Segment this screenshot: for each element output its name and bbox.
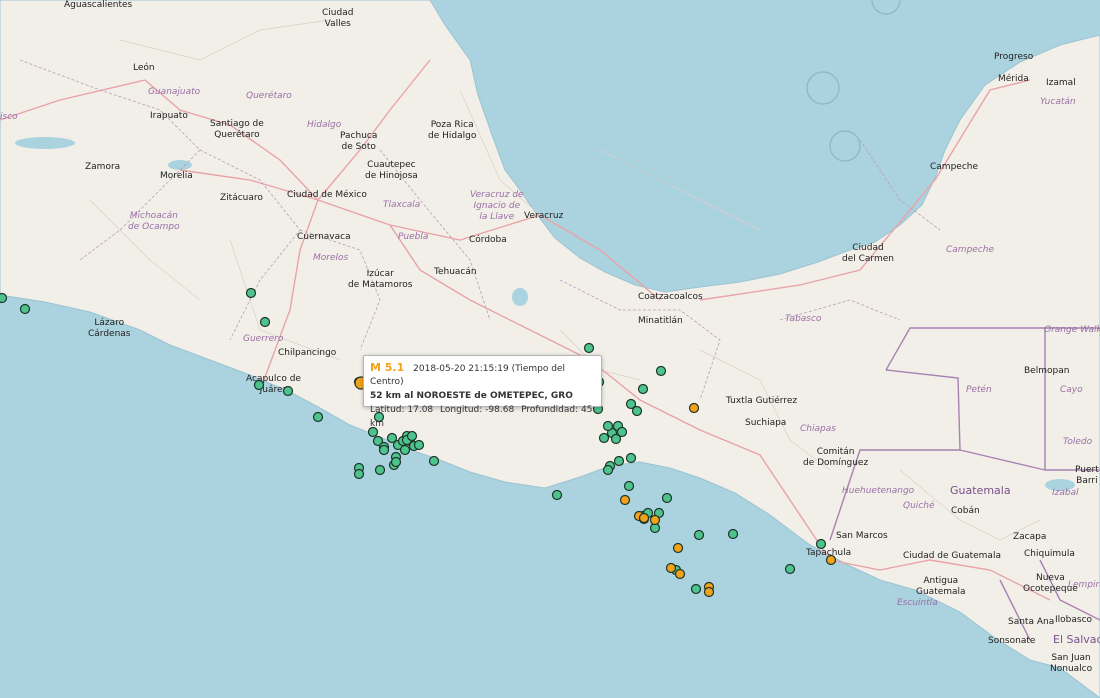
quake-marker-green[interactable] (551, 489, 563, 501)
quake-marker-green[interactable] (282, 385, 294, 397)
earthquake-layer (0, 287, 837, 598)
quake-marker-green[interactable] (390, 456, 402, 468)
quake-marker-green[interactable] (602, 464, 614, 476)
quake-marker-green[interactable] (598, 432, 610, 444)
quake-marker-green[interactable] (399, 444, 411, 456)
quake-marker-green[interactable] (815, 538, 827, 550)
quake-marker-green[interactable] (625, 398, 637, 410)
quake-marker-green[interactable] (428, 455, 440, 467)
quake-marker-green[interactable] (19, 303, 31, 315)
quake-marker-green[interactable] (625, 452, 637, 464)
quake-marker-orange[interactable] (825, 554, 837, 566)
quake-marker-green[interactable] (655, 365, 667, 377)
quake-marker-green[interactable] (583, 342, 595, 354)
popup-latitude: Latitud: 17.08 (370, 405, 434, 415)
quake-marker-green[interactable] (312, 411, 324, 423)
popup-location: 52 km al NOROESTE de OMETEPEC, GRO (370, 391, 573, 401)
quake-marker-green[interactable] (406, 430, 418, 442)
quake-marker-green[interactable] (661, 492, 673, 504)
quake-marker-green[interactable] (245, 287, 257, 299)
quake-marker-green[interactable] (690, 583, 702, 595)
quake-marker-green[interactable] (623, 480, 635, 492)
popup-magnitude: M 5.1 (370, 361, 405, 374)
quake-marker-green[interactable] (693, 529, 705, 541)
quake-marker-green[interactable] (353, 468, 365, 480)
quake-marker-green[interactable] (784, 563, 796, 575)
quake-marker-orange[interactable] (619, 494, 631, 506)
quake-marker-orange[interactable] (703, 586, 715, 598)
quake-marker-green[interactable] (259, 316, 271, 328)
quake-marker-green[interactable] (253, 379, 265, 391)
earthquake-popup[interactable]: M 5.1 2018-05-20 21:15:19 (Tiempo del Ce… (363, 355, 602, 429)
quake-marker-green[interactable] (374, 464, 386, 476)
quake-marker-green[interactable] (602, 420, 614, 432)
quake-marker-orange[interactable] (674, 568, 686, 580)
quake-marker-orange[interactable] (688, 402, 700, 414)
popup-longitude: Longitud: -98.68 (440, 405, 515, 415)
map-canvas[interactable]: Aguascalientes Ciudad Valles León Guanaj… (0, 0, 1100, 698)
quake-marker-green[interactable] (378, 444, 390, 456)
quake-marker-orange[interactable] (665, 562, 677, 574)
quake-marker-green[interactable] (413, 439, 425, 451)
quake-marker-green[interactable] (610, 433, 622, 445)
quake-marker-orange[interactable] (638, 512, 650, 524)
quake-marker-green[interactable] (727, 528, 739, 540)
quake-marker-green[interactable] (613, 455, 625, 467)
quake-marker-green[interactable] (0, 292, 8, 304)
quake-marker-green[interactable] (637, 383, 649, 395)
quake-marker-orange[interactable] (649, 514, 661, 526)
quake-marker-orange[interactable] (672, 542, 684, 554)
